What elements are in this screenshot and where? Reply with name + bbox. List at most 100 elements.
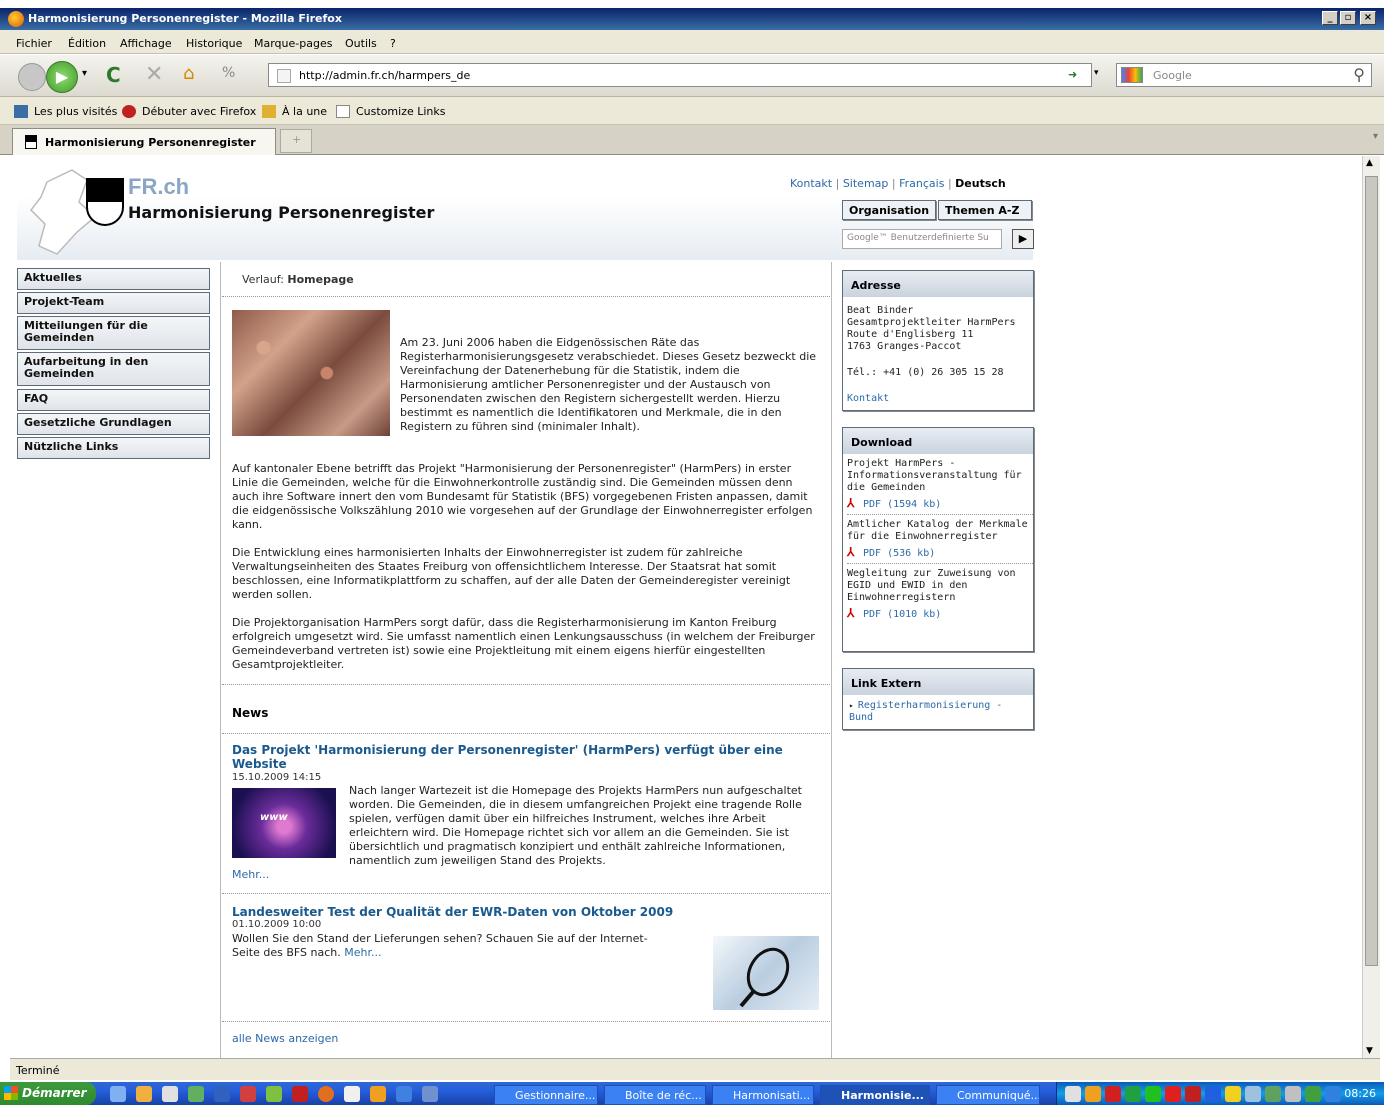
divider bbox=[222, 1021, 830, 1022]
page-icon bbox=[336, 105, 350, 118]
menu-fichier[interactable]: Fichier bbox=[16, 37, 52, 50]
quicklaunch-icon[interactable] bbox=[318, 1086, 334, 1102]
task-harmonisation[interactable]: Harmonisati... bbox=[712, 1085, 814, 1105]
site-search-button[interactable]: ▶ bbox=[1012, 229, 1034, 249]
scrollbar-thumb[interactable] bbox=[1365, 176, 1378, 966]
leftnav-nuetzliche-links[interactable]: Nützliche Links bbox=[17, 437, 210, 459]
minimize-button[interactable]: _ bbox=[1322, 11, 1338, 25]
tray-icon[interactable] bbox=[1225, 1086, 1241, 1102]
download-1-pdf-link[interactable]: PDF (1594 kb) bbox=[863, 499, 941, 510]
news-2-more-link[interactable]: Mehr... bbox=[344, 946, 381, 959]
download-3-pdf-link[interactable]: PDF (1010 kb) bbox=[863, 609, 941, 620]
reload-icon[interactable]: C bbox=[106, 63, 121, 87]
bookmark-most-visited[interactable]: Les plus visités bbox=[34, 105, 117, 118]
tray-icon[interactable] bbox=[1105, 1086, 1121, 1102]
most-visited-icon bbox=[14, 105, 28, 118]
organisation-button[interactable]: Organisation bbox=[842, 200, 936, 220]
home-icon[interactable]: ⌂ bbox=[183, 63, 194, 84]
news-1-more-link[interactable]: Mehr... bbox=[232, 868, 269, 882]
stop-icon[interactable]: ✕ bbox=[145, 62, 163, 87]
menu-outils[interactable]: Outils bbox=[345, 37, 377, 50]
site-logo-text[interactable]: FR.ch bbox=[128, 174, 189, 200]
task-gestionnaire[interactable]: Gestionnaire... bbox=[494, 1085, 598, 1105]
leftnav-mitteilungen[interactable]: Mitteilungen für die Gemeinden bbox=[17, 316, 210, 350]
web-search-input[interactable]: Google ⚲ bbox=[1116, 63, 1372, 87]
divider bbox=[222, 296, 830, 297]
quicklaunch-icon[interactable] bbox=[240, 1086, 256, 1102]
back-button[interactable] bbox=[18, 63, 46, 91]
all-news-link[interactable]: alle News anzeigen bbox=[232, 1032, 338, 1046]
search-icon[interactable]: ⚲ bbox=[1353, 65, 1365, 84]
scroll-up-icon[interactable]: ▲ bbox=[1366, 158, 1373, 168]
start-button[interactable]: Démarrer bbox=[0, 1082, 96, 1105]
quicklaunch-icon[interactable] bbox=[292, 1086, 308, 1102]
leftnav-aufarbeitung[interactable]: Aufarbeitung in den Gemeinden bbox=[17, 352, 210, 386]
vertical-scrollbar[interactable]: ▲ ▼ bbox=[1362, 156, 1380, 1058]
crowd-photo bbox=[232, 310, 390, 436]
download-2-pdf-link[interactable]: PDF (536 kb) bbox=[863, 548, 935, 559]
tray-icon[interactable] bbox=[1305, 1086, 1321, 1102]
scroll-down-icon[interactable]: ▼ bbox=[1366, 1046, 1373, 1056]
menu-edition[interactable]: Édition bbox=[68, 37, 106, 50]
task-communique[interactable]: Communiqué... bbox=[936, 1085, 1040, 1105]
tray-icon[interactable] bbox=[1125, 1086, 1141, 1102]
tray-icon[interactable] bbox=[1085, 1086, 1101, 1102]
bookmark-debuter-firefox[interactable]: Débuter avec Firefox bbox=[142, 105, 256, 118]
forward-button[interactable]: ▶ bbox=[46, 61, 78, 93]
task-boite-de-reception[interactable]: Boîte de réc... bbox=[604, 1085, 706, 1105]
address-kontakt-link[interactable]: Kontakt bbox=[847, 393, 1033, 405]
tray-icon[interactable] bbox=[1245, 1086, 1261, 1102]
bookmark-a-la-une[interactable]: À la une bbox=[282, 105, 327, 118]
leftnav-projekt-team[interactable]: Projekt-Team bbox=[17, 292, 210, 314]
tray-icon[interactable] bbox=[1065, 1086, 1081, 1102]
url-bar[interactable]: http://admin.fr.ch/harmpers_de bbox=[268, 63, 1092, 87]
tab-label: Harmonisierung Personenregister bbox=[45, 136, 256, 149]
quicklaunch-icon[interactable] bbox=[396, 1086, 412, 1102]
top-link-sitemap[interactable]: Sitemap bbox=[843, 177, 889, 190]
tray-icon[interactable] bbox=[1185, 1086, 1201, 1102]
quicklaunch-icon[interactable] bbox=[110, 1086, 126, 1102]
google-engine-icon[interactable] bbox=[1121, 67, 1143, 83]
menu-affichage[interactable]: Affichage bbox=[120, 37, 172, 50]
tray-icon[interactable] bbox=[1325, 1086, 1341, 1102]
quicklaunch-icon[interactable] bbox=[344, 1086, 360, 1102]
tools-icon[interactable]: % bbox=[222, 65, 235, 81]
new-tab-button[interactable]: + bbox=[280, 129, 312, 153]
news-1-title[interactable]: Das Projekt 'Harmonisierung der Personen… bbox=[232, 743, 820, 771]
leftnav-faq[interactable]: FAQ bbox=[17, 389, 210, 411]
site-search-input[interactable]: Google™ Benutzerdefinierte Su bbox=[842, 229, 1002, 249]
tray-icon[interactable] bbox=[1165, 1086, 1181, 1102]
top-link-francais[interactable]: Français bbox=[899, 177, 944, 190]
leftnav-gesetzliche-grundlagen[interactable]: Gesetzliche Grundlagen bbox=[17, 413, 210, 435]
fribourg-shield-logo[interactable] bbox=[86, 178, 124, 226]
top-link-kontakt[interactable]: Kontakt bbox=[790, 177, 832, 190]
external-link-registerharmonisierung[interactable]: Registerharmonisierung - Bund bbox=[849, 700, 1002, 723]
news-2-title[interactable]: Landesweiter Test der Qualität der EWR-D… bbox=[232, 905, 820, 919]
quicklaunch-icon[interactable] bbox=[422, 1086, 438, 1102]
themen-a-z-button[interactable]: Themen A-Z bbox=[938, 200, 1032, 220]
quicklaunch-icon[interactable] bbox=[266, 1086, 282, 1102]
menu-help[interactable]: ? bbox=[390, 37, 396, 50]
quicklaunch-icon[interactable] bbox=[136, 1086, 152, 1102]
tray-icon[interactable] bbox=[1285, 1086, 1301, 1102]
menu-historique[interactable]: Historique bbox=[186, 37, 242, 50]
menu-marque-pages[interactable]: Marque-pages bbox=[254, 37, 332, 50]
top-link-deutsch[interactable]: Deutsch bbox=[955, 177, 1006, 190]
quicklaunch-icon[interactable] bbox=[188, 1086, 204, 1102]
tray-icon[interactable] bbox=[1145, 1086, 1161, 1102]
close-button[interactable]: × bbox=[1360, 11, 1376, 25]
quicklaunch-icon[interactable] bbox=[370, 1086, 386, 1102]
bookmark-customize-links[interactable]: Customize Links bbox=[356, 105, 446, 118]
quicklaunch-icon[interactable] bbox=[162, 1086, 178, 1102]
history-dropdown-icon[interactable]: ▾ bbox=[82, 68, 87, 79]
quicklaunch-icon[interactable] bbox=[214, 1086, 230, 1102]
url-dropdown-icon[interactable]: ▾ bbox=[1094, 68, 1099, 78]
maximize-button[interactable]: ▫ bbox=[1340, 11, 1356, 25]
task-harmonisierung-firefox[interactable]: Harmonisie... bbox=[820, 1085, 930, 1105]
leftnav-aktuelles[interactable]: Aktuelles bbox=[17, 268, 210, 290]
tray-icon[interactable] bbox=[1265, 1086, 1281, 1102]
tray-icon[interactable] bbox=[1205, 1086, 1221, 1102]
tab-harmonisierung[interactable]: Harmonisierung Personenregister bbox=[12, 128, 276, 155]
go-arrow-icon[interactable]: ➜ bbox=[1068, 68, 1077, 81]
tab-list-icon[interactable]: ▾ bbox=[1373, 131, 1378, 142]
